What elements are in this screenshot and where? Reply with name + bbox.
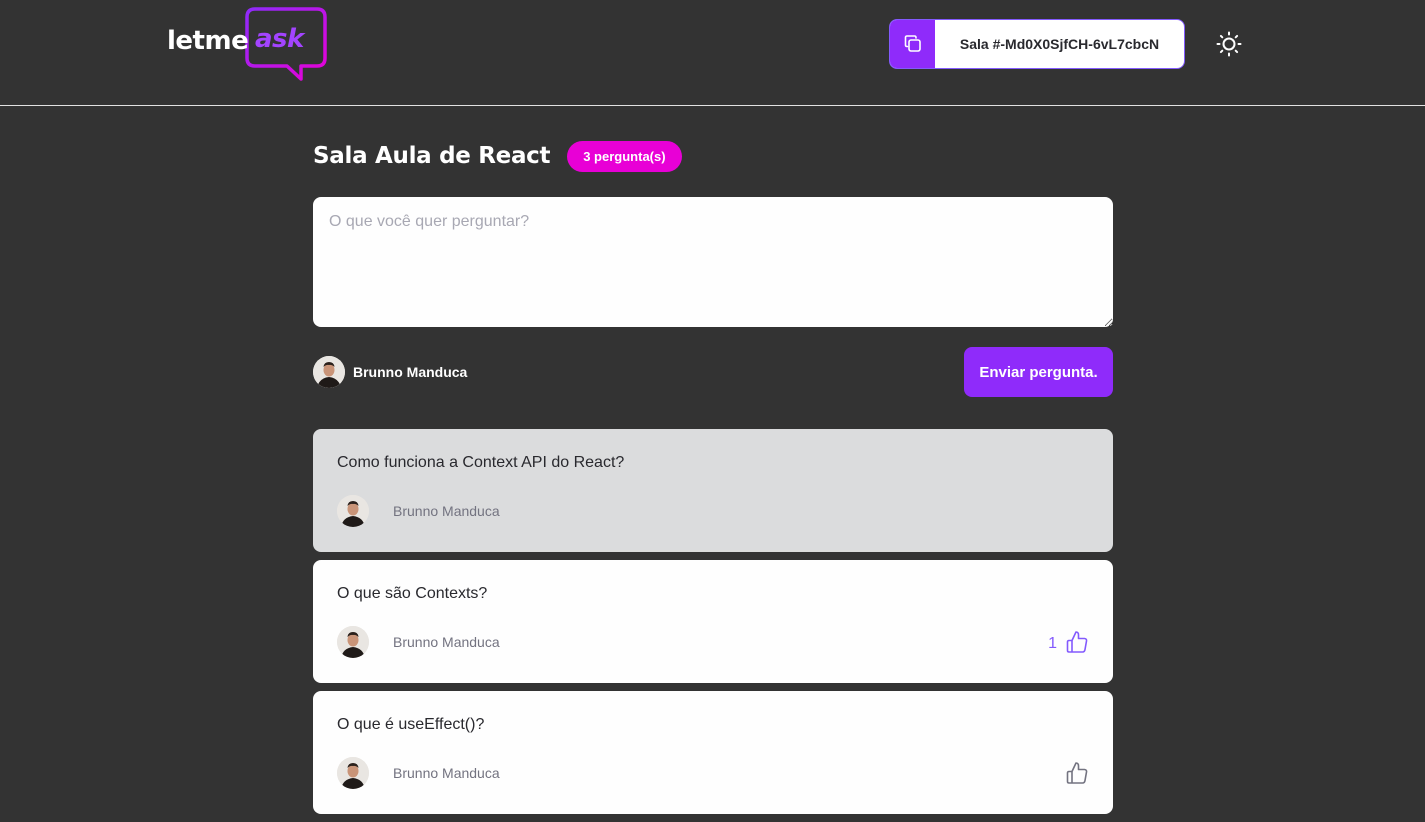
question-footer: Brunno Manduca 1 — [337, 626, 1089, 658]
question-author-name: Brunno Manduca — [393, 765, 500, 781]
header: letme ask Sala #-Md0X0SjfCH-6vL7cbcN — [0, 0, 1425, 106]
question-card: O que é useEffect()? Brunno Manduca — [313, 691, 1113, 814]
question-author-name: Brunno Manduca — [393, 634, 500, 650]
send-question-button[interactable]: Enviar pergunta. — [964, 347, 1113, 397]
question-author: Brunno Manduca — [337, 626, 500, 658]
question-footer: Brunno Manduca — [337, 757, 1089, 789]
room-code-label: Sala #-Md0X0SjfCH-6vL7cbcN — [959, 36, 1160, 52]
copy-room-code-button[interactable]: Sala #-Md0X0SjfCH-6vL7cbcN — [889, 19, 1185, 69]
like-button[interactable]: 1 — [1048, 630, 1089, 654]
avatar — [337, 757, 369, 789]
room-title-row: Sala Aula de React 3 pergunta(s) — [313, 140, 682, 172]
thumbs-up-icon — [1066, 762, 1088, 784]
question-input[interactable] — [313, 197, 1113, 327]
copy-icon-wrap — [890, 20, 935, 68]
room-title: Sala Aula de React — [313, 143, 551, 169]
question-author: Brunno Manduca — [337, 495, 500, 527]
question-footer: Brunno Manduca — [337, 495, 1089, 527]
avatar — [313, 356, 345, 388]
logo-text: letme — [167, 26, 249, 56]
copy-icon — [904, 35, 921, 52]
like-count: 1 — [1048, 635, 1057, 652]
user-info: Brunno Manduca — [313, 356, 467, 388]
form-footer: Brunno Manduca Enviar pergunta. — [313, 347, 1113, 397]
question-content: Como funciona a Context API do React? — [337, 454, 625, 471]
question-count-badge: 3 pergunta(s) — [567, 140, 682, 172]
question-content: O que são Contexts? — [337, 585, 488, 602]
user-name: Brunno Manduca — [353, 364, 468, 380]
question-card: Como funciona a Context API do React? Br… — [313, 429, 1113, 552]
logo-accent-text: ask — [255, 24, 304, 54]
sun-icon — [1216, 31, 1242, 57]
avatar — [337, 626, 369, 658]
like-button[interactable] — [1057, 761, 1089, 785]
avatar — [337, 495, 369, 527]
question-author-name: Brunno Manduca — [393, 503, 500, 519]
question-card: O que são Contexts? Brunno Manduca 1 — [313, 560, 1113, 683]
question-list: Como funciona a Context API do React? Br… — [313, 429, 1113, 822]
logo[interactable]: letme ask — [167, 6, 329, 82]
theme-toggle-button[interactable] — [1213, 30, 1245, 58]
thumbs-up-icon — [1066, 631, 1088, 653]
question-author: Brunno Manduca — [337, 757, 500, 789]
question-content: O que é useEffect()? — [337, 716, 485, 733]
